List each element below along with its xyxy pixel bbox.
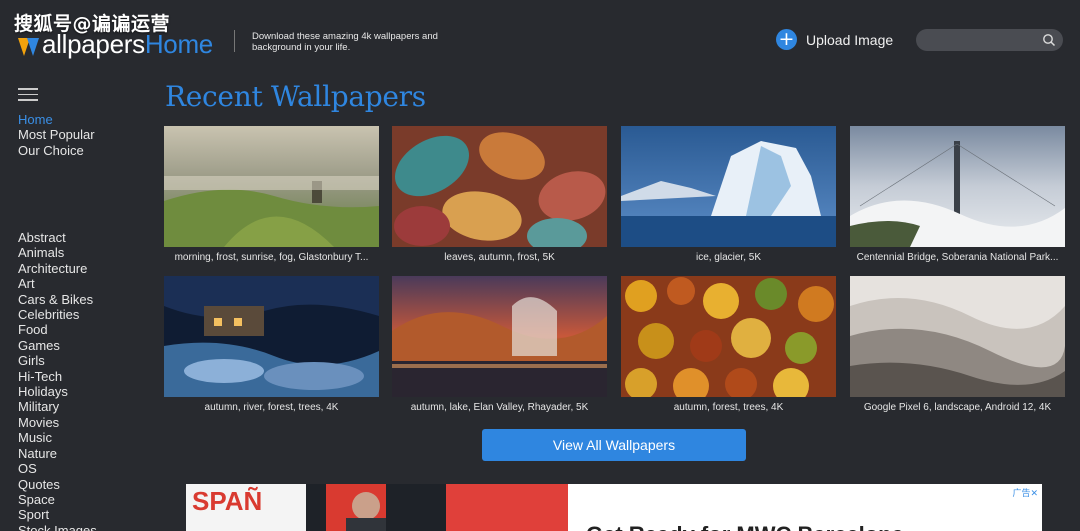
category-link[interactable]: Games (18, 338, 97, 353)
category-link[interactable]: Celebrities (18, 307, 97, 322)
wallpaper-thumbnail[interactable] (164, 276, 379, 397)
category-link[interactable]: Art (18, 276, 97, 291)
ad-headline[interactable]: Get Ready for MWC Barcelona (586, 522, 904, 531)
category-link[interactable]: Space (18, 492, 97, 507)
page-title: Recent Wallpapers (165, 80, 426, 113)
wallpaper-card[interactable]: autumn, river, forest, trees, 4K (164, 276, 379, 413)
wallpaper-thumbnail[interactable] (392, 126, 607, 247)
wallpaper-card[interactable]: autumn, forest, trees, 4K (621, 276, 836, 413)
category-link[interactable]: Music (18, 430, 97, 445)
wallpaper-caption[interactable]: autumn, forest, trees, 4K (621, 402, 836, 413)
ad-banner-text: SPAÑ (192, 486, 263, 516)
wallpaper-caption[interactable]: leaves, autumn, frost, 5K (392, 252, 607, 263)
sidebar-nav: Home Most Popular Our Choice (18, 112, 95, 158)
wallpaper-thumbnail[interactable] (164, 126, 379, 247)
category-list: Abstract Animals Architecture Art Cars &… (18, 230, 97, 531)
category-link[interactable]: Cars & Bikes (18, 292, 97, 307)
wallpaper-thumbnail[interactable] (621, 126, 836, 247)
wallpaper-card[interactable]: Centennial Bridge, Soberania National Pa… (850, 126, 1065, 263)
wallpaper-caption[interactable]: autumn, lake, Elan Valley, Rhayader, 5K (392, 402, 607, 413)
wallpaper-thumbnail[interactable] (392, 276, 607, 397)
wallpaper-caption[interactable]: ice, glacier, 5K (621, 252, 836, 263)
search-icon[interactable] (1042, 33, 1056, 47)
category-link[interactable]: Animals (18, 245, 97, 260)
category-link[interactable]: Abstract (18, 230, 97, 245)
search-box (916, 29, 1063, 51)
wallpaper-caption[interactable]: morning, frost, sunrise, fog, Glastonbur… (164, 252, 379, 263)
wallpaper-caption[interactable]: Google Pixel 6, landscape, Android 12, 4… (850, 402, 1065, 413)
category-link[interactable]: Nature (18, 446, 97, 461)
category-link[interactable]: Movies (18, 415, 97, 430)
upload-image-label: Upload Image (806, 31, 894, 48)
category-link[interactable]: Food (18, 322, 97, 337)
wallpaper-card[interactable]: autumn, lake, Elan Valley, Rhayader, 5K (392, 276, 607, 413)
site-tagline: Download these amazing 4k wallpapers and… (252, 31, 438, 53)
wallpaper-caption[interactable]: autumn, river, forest, trees, 4K (164, 402, 379, 413)
wallpaper-thumbnail[interactable] (850, 276, 1065, 397)
sidebar-item-home[interactable]: Home (18, 112, 95, 127)
category-link[interactable]: Military (18, 399, 97, 414)
wallpaper-thumbnail[interactable] (850, 126, 1065, 247)
wallpaper-caption[interactable]: Centennial Bridge, Soberania National Pa… (850, 252, 1065, 263)
category-link[interactable]: OS (18, 461, 97, 476)
category-link[interactable]: Architecture (18, 261, 97, 276)
wallpaper-card[interactable]: morning, frost, sunrise, fog, Glastonbur… (164, 126, 379, 263)
view-all-wallpapers-button[interactable]: View All Wallpapers (482, 429, 746, 461)
wallpaper-card[interactable]: ice, glacier, 5K (621, 126, 836, 263)
ad-image[interactable]: SPAÑ (186, 484, 568, 531)
wallpaper-card[interactable]: leaves, autumn, frost, 5K (392, 126, 607, 263)
logo-w-mark-icon (18, 34, 40, 56)
watermark-text: 搜狐号@谝谝运营 (14, 13, 171, 35)
sidebar-item-most-popular[interactable]: Most Popular (18, 127, 95, 142)
category-link[interactable]: Holidays (18, 384, 97, 399)
search-input[interactable] (916, 29, 1036, 51)
advertisement-banner[interactable]: SPAÑ 广告✕ Get Ready for MWC Barcelona (186, 484, 1042, 531)
wallpaper-card[interactable]: Google Pixel 6, landscape, Android 12, 4… (850, 276, 1065, 413)
ad-choices-icon[interactable]: 广告✕ (1012, 486, 1038, 499)
wallpaper-thumbnail[interactable] (621, 276, 836, 397)
category-link[interactable]: Girls (18, 353, 97, 368)
category-link[interactable]: Hi-Tech (18, 369, 97, 384)
category-link[interactable]: Sport (18, 507, 97, 522)
hamburger-menu-icon[interactable] (18, 88, 38, 101)
category-link[interactable]: Quotes (18, 477, 97, 492)
header-divider (234, 30, 235, 52)
upload-image-button[interactable]: + Upload Image (776, 29, 893, 50)
sidebar-item-our-choice[interactable]: Our Choice (18, 143, 95, 158)
plus-circle-icon: + (776, 29, 797, 50)
category-link[interactable]: Stock Images (18, 523, 97, 531)
